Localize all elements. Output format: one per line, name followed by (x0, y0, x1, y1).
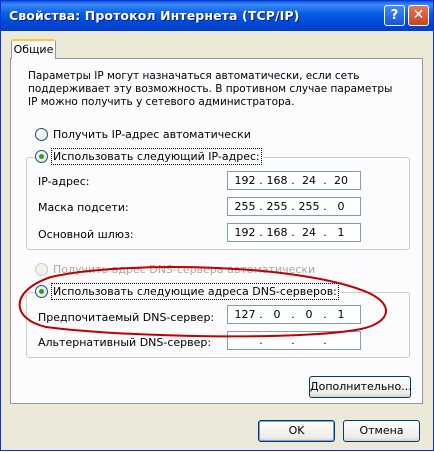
octet: 168 (266, 226, 288, 239)
gateway-label: Основной шлюз: (38, 228, 134, 241)
ip-address-field[interactable]: 192. 168. 24. 20 (227, 171, 361, 190)
close-icon: ✕ (412, 7, 425, 23)
ip-manual-label: Использовать следующий IP-адрес: (51, 148, 262, 165)
dns-auto-radio[interactable]: Получить адрес DNS-сервера автоматически (35, 263, 315, 276)
tcpip-properties-dialog: Свойства: Протокол Интернета (TCP/IP) ? … (0, 0, 434, 451)
octet: 0 (273, 308, 281, 321)
tab-general[interactable]: Общие (11, 39, 56, 59)
preferred-dns-label: Предпочитаемый DNS-сервер: (38, 311, 215, 324)
dns-manual-radio[interactable]: Использовать следующие адреса DNS-сервер… (35, 283, 340, 300)
octet-separator: . (323, 334, 327, 347)
alternate-dns-label: Альтернативный DNS-сервер: (38, 336, 212, 349)
description-text: Параметры IP могут назначаться автоматич… (28, 70, 393, 108)
octet: 192 (234, 174, 256, 187)
alternate-dns-field[interactable]: . . . (227, 331, 361, 350)
octet: 192 (234, 226, 256, 239)
octet: 168 (266, 174, 288, 187)
advanced-button[interactable]: Дополнительно... (309, 376, 412, 398)
dns-auto-label: Получить адрес DNS-сервера автоматически (53, 263, 316, 276)
cancel-button[interactable]: Отмена (343, 420, 420, 442)
ip-auto-label: Получить IP-адрес автоматически (53, 128, 251, 141)
ip-auto-radio[interactable]: Получить IP-адрес автоматически (35, 128, 251, 141)
dns-manual-label: Использовать следующие адреса DNS-сервер… (51, 283, 339, 300)
octet: 24 (302, 226, 316, 239)
octet-separator: . (291, 334, 295, 347)
close-button[interactable]: ✕ (408, 5, 429, 26)
octet: 1 (337, 308, 345, 321)
octet: 0 (337, 200, 345, 213)
gateway-field[interactable]: 192. 168. 24. 1 (227, 223, 361, 242)
octet: 255 (298, 200, 320, 213)
octet: 0 (305, 308, 313, 321)
ok-button[interactable]: OK (258, 420, 335, 442)
subnet-mask-label: Маска подсети: (38, 201, 129, 214)
preferred-dns-field[interactable]: 127. 0. 0. 1 (227, 305, 361, 324)
octet: 20 (334, 174, 348, 187)
octet: 1 (337, 226, 345, 239)
radio-checked-icon (35, 150, 48, 163)
subnet-mask-field[interactable]: 255. 255. 255. 0 (227, 197, 361, 216)
window-title: Свойства: Протокол Интернета (TCP/IP) (9, 8, 300, 23)
octet: 255 (234, 200, 256, 213)
help-button[interactable]: ? (384, 5, 405, 26)
help-icon: ? (390, 8, 399, 23)
octet: 24 (302, 174, 316, 187)
octet: 255 (266, 200, 288, 213)
ip-manual-radio[interactable]: Использовать следующий IP-адрес: (35, 148, 263, 165)
title-bar[interactable]: Свойства: Протокол Интернета (TCP/IP) ? … (1, 1, 433, 31)
octet: 127 (234, 308, 256, 321)
radio-unchecked-icon (35, 128, 48, 141)
ip-address-label: IP-адрес: (38, 175, 90, 188)
radio-checked-icon (35, 285, 48, 298)
octet-separator: . (259, 334, 263, 347)
radio-disabled-icon (35, 263, 48, 276)
